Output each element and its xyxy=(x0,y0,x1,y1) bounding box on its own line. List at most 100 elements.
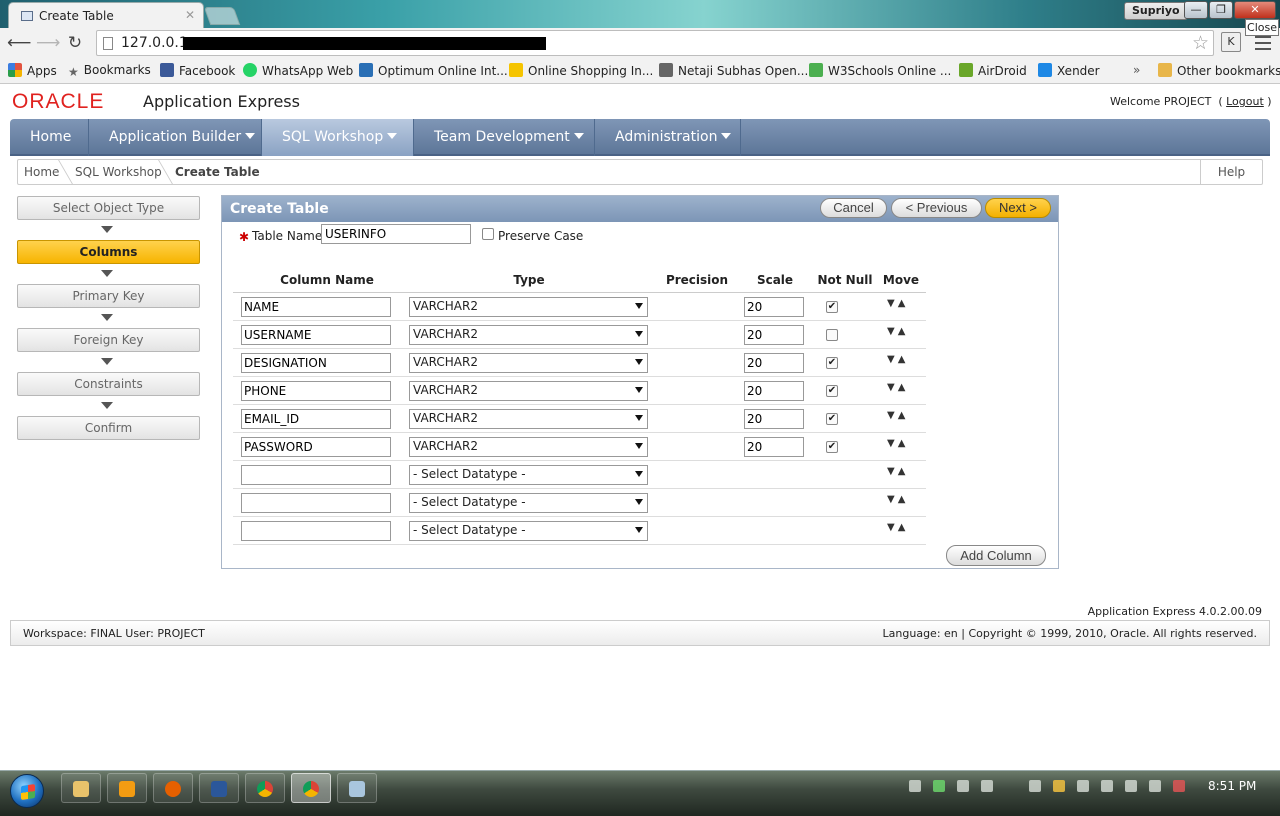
chrome-user-badge[interactable]: Supriyo xyxy=(1124,2,1188,20)
taskbar-chrome[interactable] xyxy=(245,773,285,803)
tab-home[interactable]: Home xyxy=(10,119,89,156)
close-window-button[interactable]: ✕ xyxy=(1234,1,1276,19)
column-name-input[interactable] xyxy=(241,437,391,457)
scale-input[interactable] xyxy=(744,353,804,373)
minimize-button[interactable]: — xyxy=(1184,1,1208,19)
other-bookmarks-folder[interactable]: Other bookmarks xyxy=(1158,63,1280,78)
bookmark-item[interactable]: Online Shopping In... xyxy=(509,63,653,78)
tray-icon[interactable] xyxy=(1077,780,1089,792)
help-link[interactable]: Help xyxy=(1200,160,1262,184)
oracle-logo[interactable]: ORACLE xyxy=(12,90,104,114)
bookmarks-overflow-chevron-icon[interactable]: » xyxy=(1133,63,1140,77)
action-center-flag-icon[interactable] xyxy=(1149,780,1161,792)
move-arrows-icon[interactable]: ▼▲ xyxy=(887,326,908,337)
back-arrow-icon[interactable]: ⟵ xyxy=(7,33,31,53)
add-column-button[interactable]: Add Column xyxy=(946,545,1046,566)
column-name-input[interactable] xyxy=(241,297,391,317)
new-tab-button[interactable] xyxy=(203,7,241,25)
type-select[interactable]: - Select Datatype - xyxy=(409,493,648,513)
column-name-input[interactable] xyxy=(241,381,391,401)
start-button[interactable] xyxy=(10,774,44,808)
breadcrumb-sql-workshop[interactable]: SQL Workshop xyxy=(75,165,162,179)
column-name-input[interactable] xyxy=(241,493,391,513)
maximize-button[interactable]: ❐ xyxy=(1209,1,1233,19)
bookmark-item[interactable]: Facebook xyxy=(160,63,235,78)
step-foreign-key[interactable]: Foreign Key xyxy=(17,328,200,352)
preserve-case-checkbox[interactable] xyxy=(482,228,494,240)
move-arrows-icon[interactable]: ▼▲ xyxy=(887,522,908,533)
taskbar-explorer[interactable] xyxy=(61,773,101,803)
scale-input[interactable] xyxy=(744,437,804,457)
column-name-input[interactable] xyxy=(241,353,391,373)
tab-sql-workshop[interactable]: SQL Workshop xyxy=(262,119,414,156)
type-select[interactable]: VARCHAR2 xyxy=(409,297,648,317)
bookmark-item[interactable]: Optimum Online Int... xyxy=(359,63,508,78)
logout-link[interactable]: Logout xyxy=(1226,95,1264,108)
bookmark-item[interactable]: Xender xyxy=(1038,63,1100,78)
scale-input[interactable] xyxy=(744,381,804,401)
forward-arrow-icon[interactable]: ⟶ xyxy=(36,33,60,53)
bookmark-item[interactable]: ★ Bookmarks xyxy=(68,63,151,79)
scale-input[interactable] xyxy=(744,409,804,429)
taskbar-clock[interactable]: 8:51 PM xyxy=(1208,779,1256,793)
extension-k-icon[interactable]: K xyxy=(1221,32,1241,52)
move-arrows-icon[interactable]: ▼▲ xyxy=(887,494,908,505)
breadcrumb-home[interactable]: Home xyxy=(24,165,59,179)
type-select[interactable]: VARCHAR2 xyxy=(409,437,648,457)
not-null-checkbox[interactable] xyxy=(826,329,838,341)
not-null-checkbox[interactable]: ✔ xyxy=(826,413,838,425)
scale-input[interactable] xyxy=(744,325,804,345)
tray-icon[interactable] xyxy=(1101,780,1113,792)
not-null-checkbox[interactable]: ✔ xyxy=(826,441,838,453)
tray-icon[interactable] xyxy=(1029,780,1041,792)
chrome-menu-icon[interactable] xyxy=(1255,36,1271,50)
tab-application-builder[interactable]: Application Builder xyxy=(89,119,262,156)
type-select[interactable]: VARCHAR2 xyxy=(409,409,648,429)
not-null-checkbox[interactable]: ✔ xyxy=(826,385,838,397)
move-arrows-icon[interactable]: ▼▲ xyxy=(887,438,908,449)
taskbar-chrome-active[interactable] xyxy=(291,773,331,803)
type-select[interactable]: VARCHAR2 xyxy=(409,353,648,373)
browser-tab[interactable]: Create Table ✕ xyxy=(8,2,204,28)
step-primary-key[interactable]: Primary Key xyxy=(17,284,200,308)
taskbar-media-player[interactable] xyxy=(107,773,147,803)
move-arrows-icon[interactable]: ▼▲ xyxy=(887,382,908,393)
type-select[interactable]: VARCHAR2 xyxy=(409,381,648,401)
step-confirm[interactable]: Confirm xyxy=(17,416,200,440)
tab-administration[interactable]: Administration xyxy=(595,119,741,156)
tray-icon[interactable] xyxy=(981,780,993,792)
column-name-input[interactable] xyxy=(241,521,391,541)
address-bar[interactable]: 127.0.0.1 ☆ xyxy=(96,30,1214,56)
move-arrows-icon[interactable]: ▼▲ xyxy=(887,298,908,309)
reload-icon[interactable]: ↻ xyxy=(65,33,85,53)
bookmark-item[interactable]: AirDroid xyxy=(959,63,1027,78)
scale-input[interactable] xyxy=(744,297,804,317)
step-constraints[interactable]: Constraints xyxy=(17,372,200,396)
taskbar-notepad[interactable] xyxy=(337,773,377,803)
bookmark-item[interactable]: Netaji Subhas Open... xyxy=(659,63,808,78)
tray-network-icon[interactable] xyxy=(933,780,945,792)
type-select[interactable]: - Select Datatype - xyxy=(409,521,648,541)
tab-close-icon[interactable]: ✕ xyxy=(185,8,195,22)
taskbar-word[interactable] xyxy=(199,773,239,803)
type-select[interactable]: VARCHAR2 xyxy=(409,325,648,345)
tray-icon[interactable] xyxy=(957,780,969,792)
bookmark-item[interactable]: WhatsApp Web xyxy=(243,63,353,78)
cancel-button[interactable]: Cancel xyxy=(820,198,887,218)
taskbar-firefox[interactable] xyxy=(153,773,193,803)
step-select-object-type[interactable]: Select Object Type xyxy=(17,196,200,220)
tray-icon[interactable] xyxy=(909,780,921,792)
next-button[interactable]: Next > xyxy=(985,198,1051,218)
tab-team-development[interactable]: Team Development xyxy=(414,119,595,156)
bookmark-item[interactable]: W3Schools Online ... xyxy=(809,63,951,78)
move-arrows-icon[interactable]: ▼▲ xyxy=(887,466,908,477)
not-null-checkbox[interactable]: ✔ xyxy=(826,357,838,369)
column-name-input[interactable] xyxy=(241,325,391,345)
table-name-input[interactable] xyxy=(321,224,471,244)
column-name-input[interactable] xyxy=(241,465,391,485)
previous-button[interactable]: < Previous xyxy=(891,198,982,218)
move-arrows-icon[interactable]: ▼▲ xyxy=(887,354,908,365)
not-null-checkbox[interactable]: ✔ xyxy=(826,301,838,313)
step-columns[interactable]: Columns xyxy=(17,240,200,264)
bookmark-star-icon[interactable]: ☆ xyxy=(1192,32,1209,54)
